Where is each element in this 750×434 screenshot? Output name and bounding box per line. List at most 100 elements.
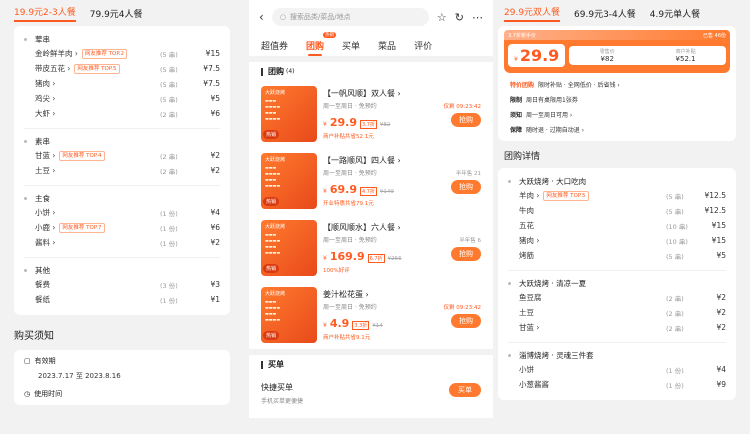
deal-item[interactable]: 大跃烧烤 ▬▬▬ ▬▬▬▬ ▬▬▬ ▬▬▬▬ 热销 【顺风顺水】六人餐 › 周一至周日 · 免… [249, 215, 493, 282]
hero-sold: 已售 46份 [703, 32, 726, 39]
currency-symbol: ¥ [323, 121, 327, 128]
group-title: 主食 [24, 191, 220, 205]
buy-button[interactable]: 抢购 [451, 113, 481, 127]
item-name: 金岭鲜羊肉 › [35, 49, 78, 58]
menu-item[interactable]: 带皮五花 › 网友推荐 TOP.5 (5 串) ¥7.5 [24, 61, 220, 76]
tab-pay[interactable]: 买单 [342, 39, 360, 52]
hero-bar: 3.7折新手价 已售 46份 [504, 30, 730, 40]
item-name-wrap: 甘蓝 › 网友推荐 TOP.4 [35, 150, 160, 161]
menu-item[interactable]: 小鹿 › 网友推荐 TOP.7 (1 份) ¥6 [24, 220, 220, 235]
buy-button[interactable]: 抢购 [451, 180, 481, 194]
right-tabs: 29.9元双人餐 69.9元3-4人餐 4.9元单人餐 [498, 0, 750, 26]
tab-coupons[interactable]: 超值券 [261, 39, 288, 52]
deal-discount: 3.3折 [352, 321, 370, 330]
tab-group-buy[interactable]: 团购 热销 [306, 31, 337, 56]
menu-item[interactable]: 甘蓝 › (2 串) ¥2 [508, 320, 726, 335]
right-panel: 29.9元双人餐 69.9元3-4人餐 4.9元单人餐 3.7折新手价 已售 46… [498, 0, 750, 434]
menu-item[interactable]: 小饼 (1 份) ¥4 [508, 362, 726, 377]
item-qty: (5 串) [160, 80, 178, 89]
info-rows: 特价团购 限时补贴 · 全网低价 · 后省钱 › 限制 周日有桌限用1张券 须知 周一至周… [504, 77, 730, 137]
menu-item[interactable]: 鱼豆腐 (2 串) ¥2 [508, 290, 726, 305]
item-name: 烤筋 [519, 251, 534, 260]
item-name: 猪肉 › [519, 236, 540, 245]
menu-item[interactable]: 小饼 › (1 份) ¥4 [24, 205, 220, 220]
info-row[interactable]: 须知 周一至周日可用 › [504, 107, 730, 122]
deal-old-price: ¥14 [372, 323, 383, 329]
deal-price-value: 69.9 [329, 183, 357, 196]
search-input[interactable]: ○ 搜索品类/菜品/地点 [271, 8, 429, 26]
item-qty: (2 串) [666, 309, 684, 318]
more-icon[interactable]: ⋯ [472, 11, 483, 24]
item-name-wrap: 甘蓝 › [519, 322, 666, 333]
thumb-pattern: ▬▬▬ ▬▬▬▬ ▬▬▬ ▬▬▬▬ [265, 232, 281, 255]
star-icon[interactable]: ☆ [437, 11, 447, 24]
menu-item[interactable]: 土豆 (2 串) ¥2 [508, 305, 726, 320]
menu-item[interactable]: 小葱酱酱 (1 份) ¥9 [508, 377, 726, 392]
deal-price-value: 4.9 [329, 317, 350, 330]
menu-item[interactable]: 餐纸 (1 份) ¥1 [24, 292, 220, 307]
menu-item[interactable]: 猪肉 › (5 串) ¥7.5 [24, 76, 220, 91]
item-price: ¥5 [210, 94, 220, 103]
share-icon[interactable]: ↻ [455, 11, 464, 24]
item-name: 甘蓝 › [519, 323, 540, 332]
item-qty: (2 串) [160, 167, 178, 176]
item-qty: (1 份) [666, 381, 684, 390]
info-value: 周日有桌限用1张券 [526, 97, 578, 104]
item-qty: (2 串) [160, 110, 178, 119]
thumb-pattern: ▬▬▬ ▬▬▬▬ ▬▬▬ ▬▬▬▬ [265, 299, 281, 322]
item-price: ¥2 [210, 238, 220, 247]
quick-pay-button[interactable]: 买单 [449, 383, 481, 397]
deal-item[interactable]: 大跃烧烤 ▬▬▬ ▬▬▬▬ ▬▬▬ ▬▬▬▬ 热销 【一路顺风】四人餐 › 周一至周日 · 免… [249, 148, 493, 215]
group-title: 大跃烧烤 · 大口吃肉 [508, 174, 726, 188]
tab-69-9[interactable]: 69.9元3-4人餐 [574, 7, 636, 20]
mid-panel: ‹ ○ 搜索品类/菜品/地点 ☆ ↻ ⋯ 超值券 团购 热销 买单 菜品 评价 团购… [249, 0, 493, 434]
tab-29-9[interactable]: 29.9元双人餐 [504, 5, 561, 22]
tab-4-9[interactable]: 4.9元单人餐 [650, 7, 700, 20]
item-name-wrap: 五花 [519, 220, 666, 231]
valid-row: ▢ 有效期 [24, 356, 220, 366]
deal-discount: 6.7折 [367, 254, 385, 263]
menu-item[interactable]: 土豆 › (2 串) ¥2 [24, 163, 220, 178]
back-icon[interactable]: ‹ [259, 10, 264, 24]
menu-item[interactable]: 甘蓝 › 网友推荐 TOP.4 (2 串) ¥2 [24, 148, 220, 163]
use-row: ◷ 使用时间 [24, 389, 220, 399]
item-price: ¥4 [716, 365, 726, 374]
bullet-icon [508, 353, 511, 357]
menu-item[interactable]: 大虾 › (2 串) ¥6 [24, 106, 220, 121]
nav-tabs: 超值券 团购 热销 买单 菜品 评价 [249, 31, 493, 56]
info-row[interactable]: 保障 随时退 · 过期自动退 › [504, 122, 730, 137]
hero-price: ¥29.9 [508, 44, 566, 67]
menu-item[interactable]: 羊肉 › 网友推荐 TOP.5 (5 串) ¥12.5 [508, 188, 726, 203]
deal-item[interactable]: 大跃烧烤 ▬▬▬ ▬▬▬▬ ▬▬▬ ▬▬▬▬ 热销 【一帆风顺】双人餐 › 周一至周日 · 免… [249, 81, 493, 148]
tab-dishes[interactable]: 菜品 [378, 39, 396, 52]
menu-item[interactable]: 牛肉 (5 串) ¥12.5 [508, 203, 726, 218]
search-icon: ○ [279, 13, 286, 21]
menu-item[interactable]: 猪肉 › (10 串) ¥15 [508, 233, 726, 248]
tab-79-9[interactable]: 79.9元4人餐 [90, 7, 143, 20]
menu-item[interactable]: 餐费 (3 份) ¥3 [24, 277, 220, 292]
item-name: 小葱酱酱 [519, 380, 549, 389]
menu-item[interactable]: 五花 (10 串) ¥15 [508, 218, 726, 233]
item-qty: (1 份) [160, 239, 178, 248]
quick-pay-sub: 手机买单更便捷 [261, 398, 304, 405]
menu-item[interactable]: 鸡尖 › (5 串) ¥5 [24, 91, 220, 106]
info-row[interactable]: 限制 周日有桌限用1张券 [504, 92, 730, 107]
deal-name: 【顺风顺水】六人餐 › [323, 223, 401, 232]
deal-save: 100%好评 [323, 268, 350, 274]
deal-old-price: ¥82 [379, 122, 391, 128]
menu-item[interactable]: 酱料 › (1 份) ¥2 [24, 235, 220, 250]
buy-button[interactable]: 抢购 [451, 247, 481, 261]
tab-reviews[interactable]: 评价 [414, 39, 432, 52]
deal-item[interactable]: 大跃烧烤 ▬▬▬ ▬▬▬▬ ▬▬▬ ▬▬▬▬ 热销 姜汁松花蛋 › 周一至周日 · 免预约 ¥4… [249, 282, 493, 349]
menu-group: 大跃烧烤 · 大口吃肉 羊肉 › 网友推荐 TOP.5 (5 串) ¥12.5 牛肉 (5 … [498, 172, 736, 267]
info-row[interactable]: 特价团购 限时补贴 · 全网低价 · 后省钱 › [504, 77, 730, 92]
item-name-wrap: 鸡尖 › [35, 93, 160, 104]
item-name-wrap: 小饼 › [35, 207, 160, 218]
menu-item[interactable]: 金岭鲜羊肉 › 网友推荐 TOP.2 (5 串) ¥15 [24, 46, 220, 61]
item-name-wrap: 餐纸 [35, 294, 160, 305]
menu-item[interactable]: 烤筋 (5 串) ¥5 [508, 248, 726, 263]
buy-button[interactable]: 抢购 [451, 314, 481, 328]
item-price: ¥2 [210, 166, 220, 175]
tab-19-9[interactable]: 19.9元2-3人餐 [14, 5, 76, 22]
thumb-tag: 热销 [263, 331, 280, 340]
